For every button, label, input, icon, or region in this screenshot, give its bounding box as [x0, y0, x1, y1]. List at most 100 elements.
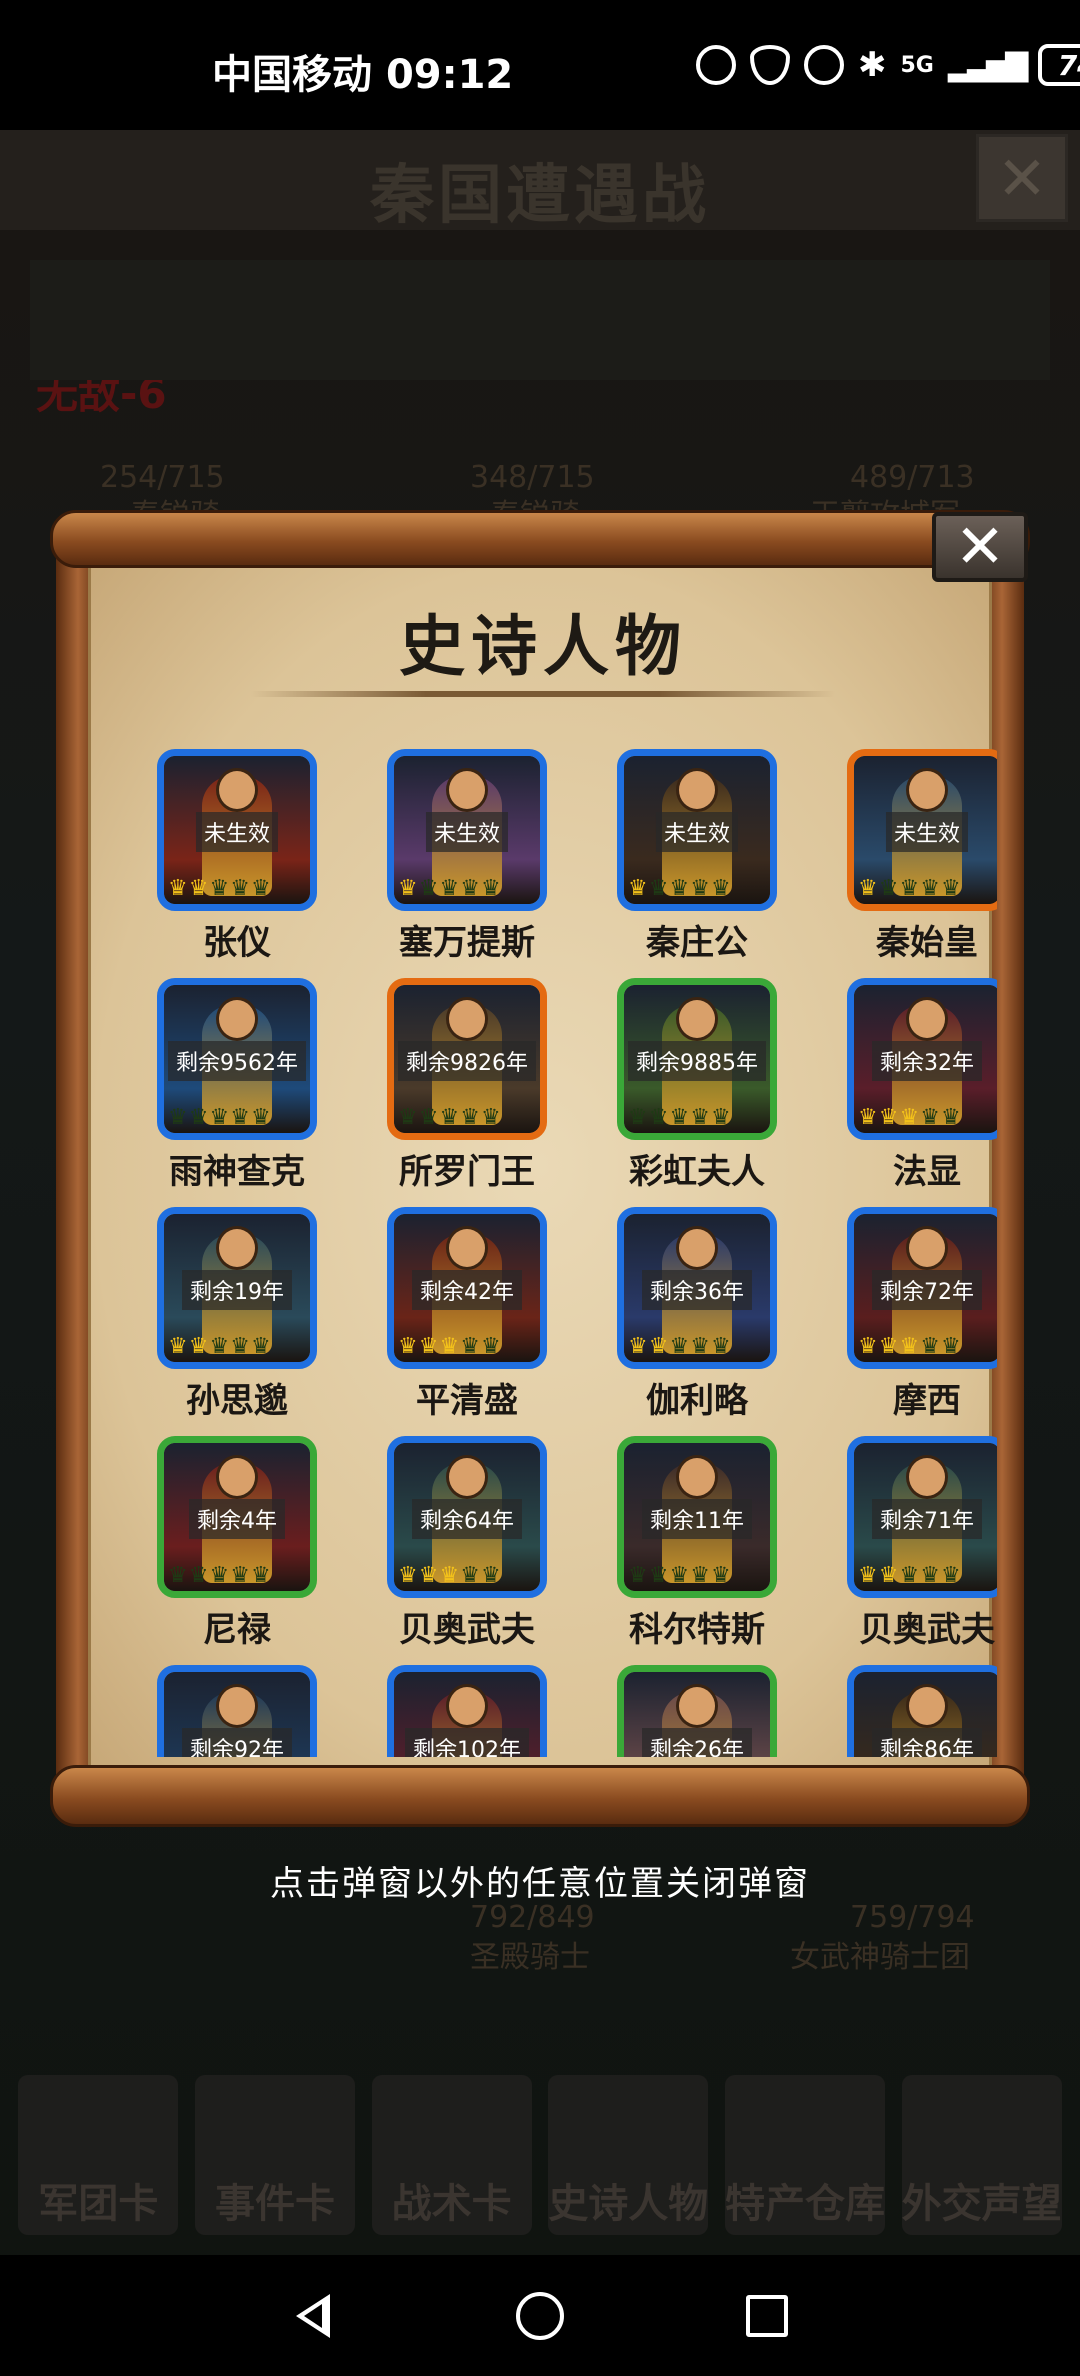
crown-icon: ♛: [878, 876, 899, 901]
hero-portrait[interactable]: 剩余11年 ♛ ♛ ♛ ♛ ♛: [617, 1436, 777, 1598]
hero-head: [446, 1226, 488, 1270]
bg-menu-legion-card: 军团卡: [18, 2075, 179, 2235]
crown-icon: ♛: [899, 1105, 920, 1130]
crown-icon: ♛: [480, 1105, 501, 1130]
hero-grid[interactable]: 未生效 ♛ ♛ ♛ ♛ ♛ 张仪 未生效 ♛ ♛ ♛ ♛ ♛ 塞万提斯 未生效 ♛ ♛ ♛ ♛ ♛ 秦庄公 未生效 ♛ ♛ ♛ ♛…: [117, 749, 997, 1757]
hero-portrait[interactable]: 剩余19年 ♛ ♛ ♛ ♛ ♛: [157, 1207, 317, 1369]
hero-portrait[interactable]: 剩余86年♛♛♛♛♛: [847, 1665, 997, 1757]
crown-icon: ♛: [439, 876, 460, 901]
recent-apps-icon: [745, 2294, 788, 2337]
crown-icon: ♛: [480, 1563, 501, 1588]
hero-head: [216, 1684, 258, 1728]
hero-card[interactable]: 剩余19年 ♛ ♛ ♛ ♛ ♛ 孙思邈: [117, 1207, 347, 1436]
dialog-title: 史诗人物: [399, 607, 687, 685]
crown-icon: ♛: [648, 1563, 669, 1588]
hero-card[interactable]: 未生效 ♛ ♛ ♛ ♛ ♛ 秦始皇: [807, 749, 997, 978]
crown-icon: ♛: [878, 1105, 899, 1130]
crown-icon: ♛: [418, 1105, 439, 1130]
battery-icon: 74: [1038, 44, 1080, 86]
hero-duration-badge: 剩余4年: [189, 1499, 285, 1539]
bg-menu-diplomacy: 外交声望: [901, 2075, 1062, 2235]
hero-card[interactable]: 剩余4年 ♛ ♛ ♛ ♛ ♛ 尼禄: [117, 1436, 347, 1665]
crown-icon: ♛: [858, 1563, 878, 1588]
hero-portrait[interactable]: 未生效 ♛ ♛ ♛ ♛ ♛: [157, 749, 317, 911]
scroll-rod-bottom: [50, 1765, 1030, 1827]
hero-head: [446, 997, 488, 1041]
crown-icon: ♛: [250, 1334, 271, 1359]
hero-head: [676, 1226, 718, 1270]
hero-card[interactable]: 剩余36年 ♛ ♛ ♛ ♛ ♛ 伽利略: [577, 1207, 807, 1436]
hero-star-rating: ♛ ♛ ♛ ♛ ♛: [628, 1107, 731, 1129]
hero-name: 贝奥武夫: [859, 1610, 995, 1650]
hero-portrait[interactable]: 剩余72年 ♛ ♛ ♛ ♛ ♛: [847, 1207, 997, 1369]
hero-portrait[interactable]: 剩余4年 ♛ ♛ ♛ ♛ ♛: [157, 1436, 317, 1598]
hero-portrait[interactable]: 剩余9826年 ♛ ♛ ♛ ♛ ♛: [387, 978, 547, 1140]
hero-portrait[interactable]: 剩余102年♛♛♛♛♛: [387, 1665, 547, 1757]
hero-card[interactable]: 剩余64年 ♛ ♛ ♛ ♛ ♛ 贝奥武夫: [347, 1436, 577, 1665]
close-button[interactable]: ✕: [932, 512, 1028, 582]
hero-star-rating: ♛ ♛ ♛ ♛ ♛: [168, 1336, 271, 1358]
hero-card[interactable]: 未生效 ♛ ♛ ♛ ♛ ♛ 张仪: [117, 749, 347, 978]
hero-head: [676, 768, 718, 812]
crown-icon: ♛: [690, 876, 710, 901]
crown-icon: ♛: [188, 1334, 209, 1359]
crown-icon: ♛: [690, 1105, 710, 1130]
hero-duration-badge: 剩余11年: [642, 1499, 752, 1539]
hero-star-rating: ♛ ♛ ♛ ♛ ♛: [858, 1336, 961, 1358]
hero-portrait[interactable]: 剩余36年 ♛ ♛ ♛ ♛ ♛: [617, 1207, 777, 1369]
hero-card[interactable]: 剩余102年♛♛♛♛♛: [347, 1665, 577, 1757]
hero-card[interactable]: 剩余9885年 ♛ ♛ ♛ ♛ ♛ 彩虹夫人: [577, 978, 807, 1207]
hero-card[interactable]: 剩余9562年 ♛ ♛ ♛ ♛ ♛ 雨神查克: [117, 978, 347, 1207]
hero-name: 秦庄公: [646, 923, 748, 963]
hero-duration-badge: 未生效: [425, 812, 509, 852]
hero-card[interactable]: 剩余71年 ♛ ♛ ♛ ♛ ♛ 贝奥武夫: [807, 1436, 997, 1665]
hero-portrait[interactable]: 剩余9885年 ♛ ♛ ♛ ♛ ♛: [617, 978, 777, 1140]
hero-portrait[interactable]: 剩余64年 ♛ ♛ ♛ ♛ ♛: [387, 1436, 547, 1598]
hero-portrait[interactable]: 剩余32年 ♛ ♛ ♛ ♛ ♛: [847, 978, 997, 1140]
hero-card[interactable]: 剩余11年 ♛ ♛ ♛ ♛ ♛ 科尔特斯: [577, 1436, 807, 1665]
hero-duration-badge: 剩余19年: [182, 1270, 292, 1310]
status-icons: ✱ 5G ▂▃▅▇ 74: [696, 44, 1080, 86]
back-button[interactable]: [278, 2281, 348, 2351]
hero-portrait[interactable]: 剩余9562年 ♛ ♛ ♛ ♛ ♛: [157, 978, 317, 1140]
hero-name: 贝奥武夫: [399, 1610, 535, 1650]
hero-star-rating: ♛ ♛ ♛ ♛ ♛: [398, 1565, 501, 1587]
hero-head: [906, 1455, 948, 1499]
crown-icon: ♛: [250, 876, 271, 901]
hero-card[interactable]: 剩余32年 ♛ ♛ ♛ ♛ ♛ 法显: [807, 978, 997, 1207]
hero-star-rating: ♛ ♛ ♛ ♛ ♛: [628, 1336, 731, 1358]
hero-duration-badge: 剩余102年: [405, 1728, 529, 1757]
hero-head: [906, 1684, 948, 1728]
hero-portrait[interactable]: 剩余42年 ♛ ♛ ♛ ♛ ♛: [387, 1207, 547, 1369]
back-icon: [296, 2293, 331, 2338]
crown-icon: ♛: [168, 1334, 188, 1359]
clock: 09:12: [385, 52, 514, 98]
crown-icon: ♛: [398, 1334, 418, 1359]
hero-head: [216, 768, 258, 812]
crown-icon: ♛: [628, 1334, 648, 1359]
hero-head: [906, 768, 948, 812]
recent-apps-button[interactable]: [732, 2281, 802, 2351]
crown-icon: ♛: [439, 1563, 460, 1588]
hero-portrait[interactable]: 未生效 ♛ ♛ ♛ ♛ ♛: [847, 749, 997, 911]
hero-portrait[interactable]: 未生效 ♛ ♛ ♛ ♛ ♛: [387, 749, 547, 911]
hero-portrait[interactable]: 未生效 ♛ ♛ ♛ ♛ ♛: [617, 749, 777, 911]
hero-portrait[interactable]: 剩余71年 ♛ ♛ ♛ ♛ ♛: [847, 1436, 997, 1598]
crown-icon: ♛: [460, 1334, 480, 1359]
hero-card[interactable]: 剩余9826年 ♛ ♛ ♛ ♛ ♛ 所罗门王: [347, 978, 577, 1207]
hero-portrait[interactable]: 剩余92年♛♛♛♛♛: [157, 1665, 317, 1757]
hero-card[interactable]: 剩余42年 ♛ ♛ ♛ ♛ ♛ 平清盛: [347, 1207, 577, 1436]
hero-portrait[interactable]: 剩余26年♛♛♛♛♛: [617, 1665, 777, 1757]
home-button[interactable]: [505, 2281, 575, 2351]
alarm-icon: [804, 45, 844, 85]
hero-card[interactable]: 剩余86年♛♛♛♛♛: [807, 1665, 997, 1757]
hero-card[interactable]: 未生效 ♛ ♛ ♛ ♛ ♛ 秦庄公: [577, 749, 807, 978]
hero-card[interactable]: 剩余26年♛♛♛♛♛: [577, 1665, 807, 1757]
crown-icon: ♛: [418, 876, 439, 901]
crown-icon: ♛: [899, 1563, 920, 1588]
hero-card[interactable]: 未生效 ♛ ♛ ♛ ♛ ♛ 塞万提斯: [347, 749, 577, 978]
crown-icon: ♛: [439, 1105, 460, 1130]
hero-card[interactable]: 剩余92年♛♛♛♛♛: [117, 1665, 347, 1757]
hero-duration-badge: 剩余72年: [872, 1270, 982, 1310]
hero-card[interactable]: 剩余72年 ♛ ♛ ♛ ♛ ♛ 摩西: [807, 1207, 997, 1436]
